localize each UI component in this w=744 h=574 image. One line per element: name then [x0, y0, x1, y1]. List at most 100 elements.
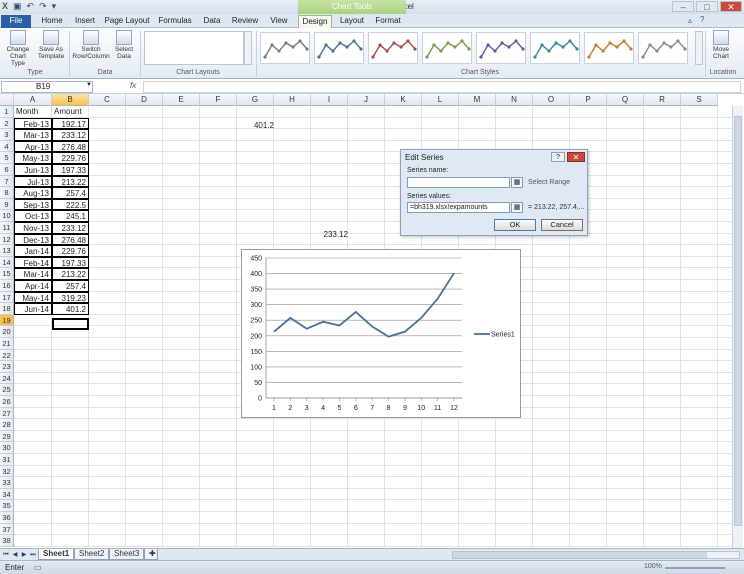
column-header-p[interactable]: P [570, 94, 607, 106]
header-month[interactable]: Month [14, 106, 52, 118]
row-header-11[interactable]: 11 [0, 222, 14, 234]
move-chart-button[interactable]: Move Chart [708, 30, 734, 60]
row-header-30[interactable]: 30 [0, 442, 14, 454]
cell-month[interactable]: Nov-13 [14, 222, 52, 234]
row-header-7[interactable]: 7 [0, 175, 14, 188]
help-icon[interactable]: ? [700, 15, 704, 24]
row-header-25[interactable]: 25 [0, 384, 14, 396]
column-header-h[interactable]: H [274, 94, 311, 106]
tab-view[interactable]: View [266, 15, 292, 28]
cell-month[interactable]: Feb-13 [14, 117, 52, 130]
series-name-range-picker-icon[interactable]: ▦ [511, 177, 523, 188]
row-header-37[interactable]: 37 [0, 523, 14, 536]
zoom-slider[interactable] [665, 567, 725, 569]
row-header-12[interactable]: 12 [0, 233, 14, 246]
row-header-3[interactable]: 3 [0, 129, 14, 141]
tab-data[interactable]: Data [200, 15, 224, 28]
cell-amount[interactable]: 276.48 [52, 233, 89, 246]
first-sheet-icon[interactable]: ⏮ [2, 550, 10, 560]
cell-month[interactable]: Apr-13 [14, 140, 52, 153]
sheet-tab-sheet1[interactable]: Sheet1 [38, 549, 75, 560]
header-amount[interactable]: Amount [52, 106, 89, 118]
tab-page-layout[interactable]: Page Layout [104, 15, 150, 28]
cell-amount[interactable]: 276.48 [52, 140, 89, 153]
tab-format[interactable]: Format [372, 15, 404, 28]
save-as-template-button[interactable]: Save As Template [36, 30, 66, 60]
cell-amount[interactable]: 233.12 [52, 129, 89, 141]
cell-month[interactable]: Jul-13 [14, 175, 52, 188]
chart-styles-scroll[interactable] [695, 31, 703, 65]
column-header-r[interactable]: R [644, 94, 681, 106]
close-button[interactable]: ✕ [720, 1, 742, 12]
cell-i11[interactable]: 233.12 [318, 229, 350, 241]
cell-month[interactable]: Aug-13 [14, 187, 52, 199]
chart-style-thumbnail[interactable] [584, 32, 634, 64]
row-header-23[interactable]: 23 [0, 361, 14, 373]
horizontal-scrollbar[interactable] [452, 551, 740, 559]
cell-month[interactable]: Apr-14 [14, 280, 52, 292]
row-header-16[interactable]: 16 [0, 280, 14, 292]
cell-amount[interactable]: 257.4 [52, 187, 89, 199]
vertical-scrollbar[interactable] [732, 106, 743, 548]
chart-style-thumbnail[interactable] [260, 32, 310, 64]
cell-amount[interactable]: 213.22 [52, 175, 89, 188]
row-header-32[interactable]: 32 [0, 465, 14, 478]
vertical-scroll-thumb[interactable] [734, 116, 742, 526]
tab-formulas[interactable]: Formulas [156, 15, 194, 28]
cell-month[interactable]: May-14 [14, 291, 52, 304]
row-header-18[interactable]: 18 [0, 303, 14, 315]
last-sheet-icon[interactable]: ⏭ [29, 550, 37, 560]
cell-month[interactable]: Jun-13 [14, 164, 52, 176]
column-header-j[interactable]: J [348, 94, 385, 106]
tab-design[interactable]: Design [298, 15, 332, 28]
cell-g2[interactable]: 401.2 [246, 120, 276, 132]
row-header-31[interactable]: 31 [0, 454, 14, 466]
tab-insert[interactable]: Insert [70, 15, 100, 28]
horizontal-scroll-thumb[interactable] [453, 552, 707, 558]
name-box[interactable]: B19 [1, 81, 93, 93]
row-header-22[interactable]: 22 [0, 349, 14, 362]
select-data-button[interactable]: Select Data [110, 30, 138, 60]
chart-layouts-scroll[interactable] [244, 31, 252, 65]
chart-style-thumbnail[interactable] [422, 32, 472, 64]
row-header-4[interactable]: 4 [0, 140, 14, 153]
row-header-26[interactable]: 26 [0, 396, 14, 408]
column-header-k[interactable]: K [385, 94, 422, 106]
series-values-input[interactable]: =bh319.xlsx!expamounts [407, 202, 510, 213]
cell-amount[interactable]: 245.1 [52, 210, 89, 222]
macro-record-icon[interactable]: ▭ [34, 563, 42, 572]
row-header-9[interactable]: 9 [0, 198, 14, 211]
column-header-e[interactable]: E [163, 94, 200, 106]
column-header-o[interactable]: O [533, 94, 570, 106]
row-header-35[interactable]: 35 [0, 500, 14, 512]
cell-month[interactable]: Mar-13 [14, 129, 52, 141]
restore-button[interactable]: □ [696, 1, 718, 12]
row-header-17[interactable]: 17 [0, 291, 14, 304]
cell-amount[interactable]: 401.2 [52, 303, 89, 315]
row-header-14[interactable]: 14 [0, 256, 14, 269]
cell-amount[interactable]: 213.22 [52, 268, 89, 280]
cell-amount[interactable]: 192.17 [52, 117, 89, 130]
change-chart-type-button[interactable]: Change Chart Type [3, 30, 33, 67]
column-header-g[interactable]: G [237, 94, 274, 106]
ribbon-minimize-icon[interactable]: ▵ [688, 16, 692, 25]
cell-amount[interactable]: 197.33 [52, 164, 89, 176]
cell-amount[interactable]: 229.76 [52, 245, 89, 257]
row-header-1[interactable]: 1 [0, 106, 14, 118]
cell-month[interactable]: Feb-14 [14, 256, 52, 269]
row-header-10[interactable]: 10 [0, 210, 14, 222]
column-header-c[interactable]: C [89, 94, 126, 106]
column-header-d[interactable]: D [126, 94, 163, 106]
row-header-38[interactable]: 38 [0, 535, 14, 547]
cell-month[interactable]: Oct-13 [14, 210, 52, 222]
name-box-dropdown-icon[interactable]: ▼ [86, 82, 92, 88]
column-header-b[interactable]: B [52, 94, 89, 106]
chart-layouts-gallery[interactable] [144, 31, 244, 65]
insert-sheet-icon[interactable]: ✚ [144, 549, 158, 560]
ok-button[interactable]: OK [494, 219, 536, 231]
cell-amount[interactable]: 197.33 [52, 256, 89, 269]
tab-review[interactable]: Review [230, 15, 260, 28]
chart-style-thumbnail[interactable] [368, 32, 418, 64]
row-header-13[interactable]: 13 [0, 245, 14, 257]
tab-layout[interactable]: Layout [336, 15, 368, 28]
